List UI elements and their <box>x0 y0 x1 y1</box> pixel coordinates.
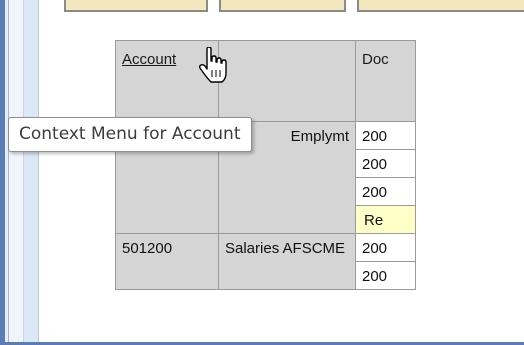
hand-pointer-icon <box>198 47 227 83</box>
document-cell[interactable]: 200 <box>355 233 416 262</box>
document-header-label[interactable]: Doc <box>362 51 389 68</box>
document-cell[interactable]: 200 <box>355 149 416 178</box>
report-grid: Account Doc Emplymt 200 200 200 Re 50120… <box>115 40 416 290</box>
column-header-document[interactable]: Doc <box>355 40 416 122</box>
description-text: Emplymt <box>290 128 349 145</box>
table-row: 501200 Salaries AFSCME 200 <box>115 233 416 290</box>
left-gutter <box>9 0 23 345</box>
account-header-label[interactable]: Account <box>122 51 176 68</box>
document-cell[interactable]: 200 <box>355 177 416 206</box>
context-menu-tooltip: Context Menu for Account <box>8 117 252 152</box>
pane-divider <box>38 0 39 345</box>
account-cell: 501200 <box>115 233 219 290</box>
result-cell[interactable]: Re <box>355 205 416 234</box>
report-viewer: Account Doc Emplymt 200 200 200 Re 50120… <box>0 0 524 345</box>
toolbar-button-3[interactable] <box>357 0 524 12</box>
document-cell[interactable]: 200 <box>355 121 416 150</box>
document-cell[interactable]: 200 <box>355 261 416 290</box>
toolbar-button-1[interactable] <box>64 0 208 12</box>
column-header-description <box>218 40 356 122</box>
navigation-pane-edge[interactable] <box>24 0 38 345</box>
description-cell: Salaries AFSCME <box>218 233 356 290</box>
header-row: Account Doc <box>115 40 416 122</box>
toolbar-button-2[interactable] <box>219 0 346 12</box>
